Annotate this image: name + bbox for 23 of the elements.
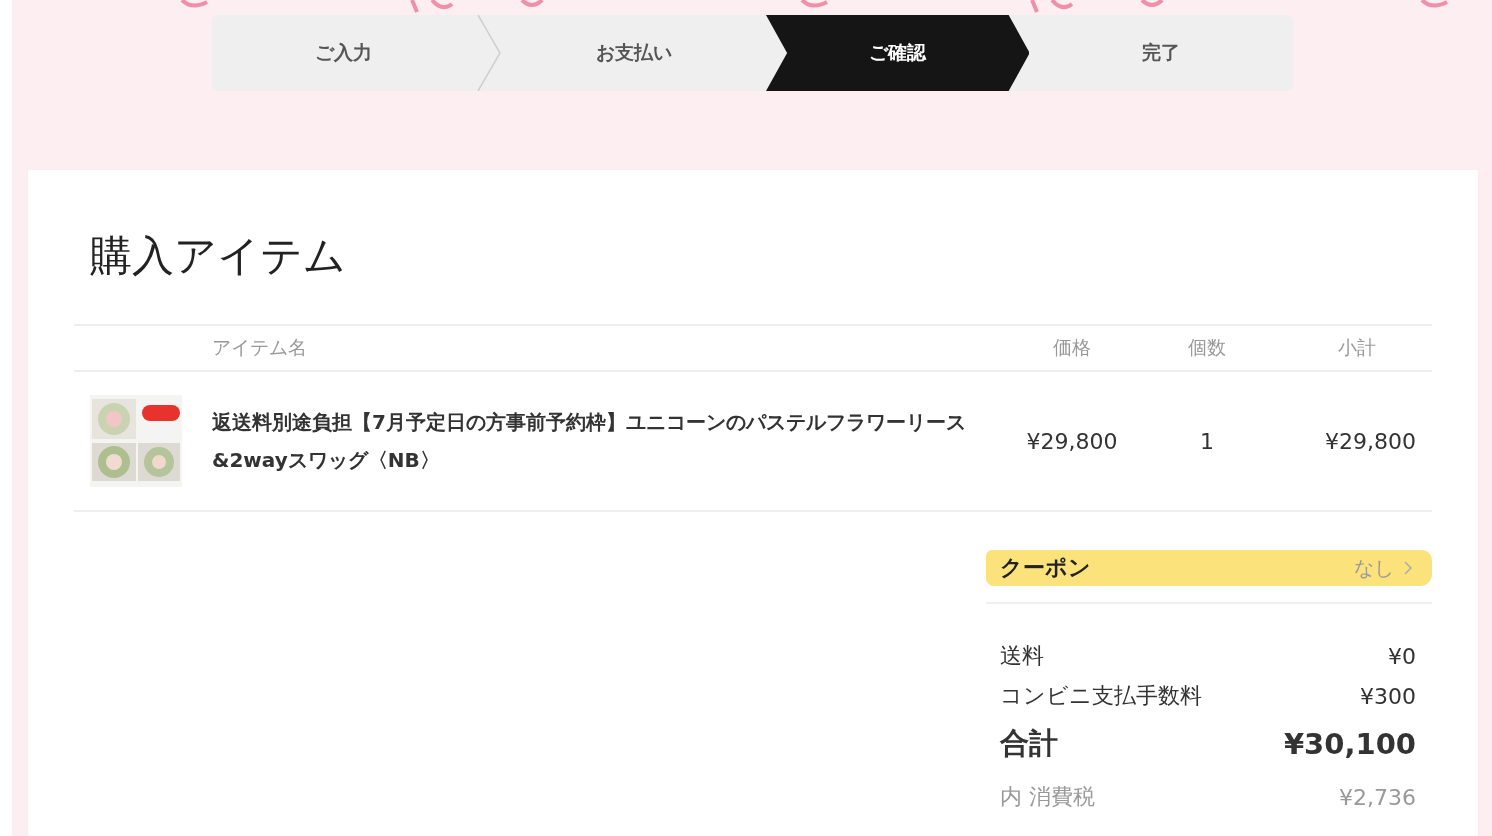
summary-label: 内 消費税 [1000,783,1095,811]
section-title: 購入アイテム [90,230,347,282]
item-quantity: 1 [1199,428,1215,454]
coupon-row[interactable]: クーポン なし [986,550,1432,586]
item-price: ¥29,800 [1025,428,1119,454]
summary-value: ¥0 [1388,643,1416,669]
step-label: ご確認 [868,40,926,65]
column-header: 個数 [1187,335,1227,360]
item-subtotal: ¥29,800 [1324,428,1417,454]
summary-value: ¥2,736 [1339,784,1416,810]
column-header: 価格 [1052,335,1092,360]
summary-value: ¥300 [1360,683,1416,709]
summary-value: ¥30,100 [1283,727,1416,761]
column-header: 小計 [1337,335,1377,360]
summary-label: 送料 [1000,642,1044,670]
column-header: アイテム名 [212,335,308,360]
step-label: ご入力 [315,40,373,65]
summary-label: 合計 [1000,725,1058,762]
step-label: 完了 [1142,40,1181,65]
item-name: 返送料別途負担【7月予定日の方事前予約枠】ユニコーンのパステルフラワーリース &2wayスワッグ〈NB〉 [212,409,967,474]
step-label: お支払い [595,40,672,65]
summary-label: コンビニ支払手数料 [1000,682,1202,710]
chevron-right-icon [1404,561,1412,575]
